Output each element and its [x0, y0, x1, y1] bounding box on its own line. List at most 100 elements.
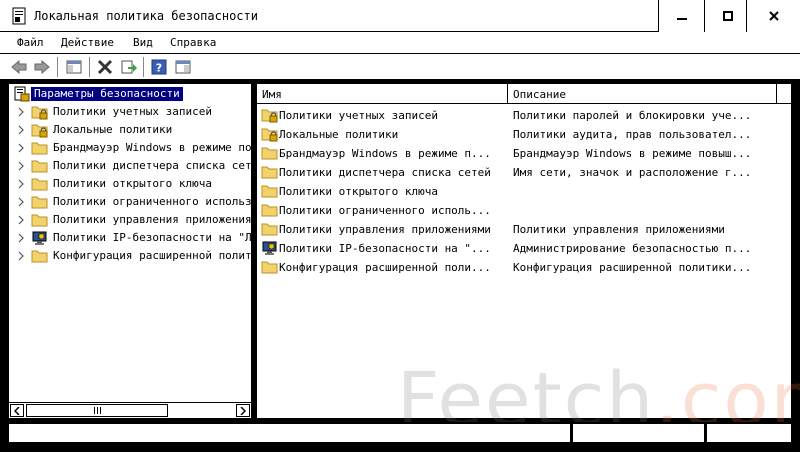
- tree-item-label: Политики ограниченного использования про…: [53, 195, 252, 208]
- tree-item-label: Конфигурация расширенной политики аудита: [53, 249, 252, 262]
- horizontal-scrollbar[interactable]: [9, 402, 251, 418]
- expand-chevron-icon[interactable]: [17, 107, 25, 117]
- back-arrow-icon: [11, 60, 27, 74]
- list-row[interactable]: Политики открытого ключа: [257, 182, 791, 201]
- properties-button[interactable]: [174, 58, 192, 76]
- list-row[interactable]: Конфигурация расширенной поли... Конфигур…: [257, 258, 791, 277]
- list-row[interactable]: Политики ограниченного исполь...: [257, 201, 791, 220]
- back-button[interactable]: [10, 58, 28, 76]
- row-description: Администрирование безопасностью п...: [513, 242, 752, 255]
- expand-chevron-icon[interactable]: [17, 197, 25, 207]
- tree-item-label: Брандмауэр Windows в режиме повышенной б…: [53, 141, 252, 154]
- delete-button[interactable]: [96, 58, 114, 76]
- folder-icon: [31, 158, 49, 174]
- folder-icon: [261, 202, 279, 218]
- folder-icon: [31, 248, 49, 264]
- tree-item[interactable]: Брандмауэр Windows в режиме повышенной б…: [9, 139, 252, 157]
- expand-chevron-icon[interactable]: [17, 125, 25, 135]
- minimize-button[interactable]: [658, 0, 704, 32]
- menu-help[interactable]: Справка: [170, 36, 216, 50]
- list-row[interactable]: Политики учетных записей Политики паролей…: [257, 106, 791, 125]
- status-panel-tertiary: [706, 423, 792, 443]
- close-button[interactable]: [746, 0, 800, 32]
- minimize-icon: [676, 18, 687, 20]
- folder-icon: [31, 140, 49, 156]
- export-list-icon: [121, 60, 137, 74]
- menu-file[interactable]: Файл: [17, 36, 44, 50]
- list-row[interactable]: Политики управления приложениями Политики…: [257, 220, 791, 239]
- scroll-right-button[interactable]: [236, 404, 250, 417]
- maximize-button[interactable]: [704, 0, 750, 32]
- folder-icon: [261, 145, 279, 161]
- lock-folder-icon: [31, 122, 49, 138]
- folder-icon: [31, 176, 49, 192]
- security-policy-app-icon: [12, 7, 26, 25]
- expand-chevron-icon[interactable]: [17, 143, 25, 153]
- help-icon: ?: [151, 59, 167, 75]
- tree-item-label: Политики открытого ключа: [53, 177, 212, 190]
- show-hide-tree-button[interactable]: [65, 58, 83, 76]
- lock-folder-icon: [261, 126, 279, 142]
- export-list-button[interactable]: [120, 58, 138, 76]
- ipsec-monitor-icon: [31, 230, 49, 246]
- expand-chevron-icon[interactable]: [17, 179, 25, 189]
- expand-chevron-icon[interactable]: [17, 161, 25, 171]
- tree-item[interactable]: Политики управления приложениями: [9, 211, 251, 229]
- tree-root-security-settings[interactable]: Параметры безопасности: [9, 85, 251, 103]
- folder-icon: [261, 164, 279, 180]
- tree-item[interactable]: Политики ограниченного использования про…: [9, 193, 252, 211]
- row-name: Конфигурация расширенной поли...: [279, 261, 491, 274]
- menu-view[interactable]: Вид: [133, 36, 153, 50]
- toolbar-separator: [143, 57, 144, 77]
- properties-icon: [175, 60, 191, 74]
- tree-item[interactable]: Конфигурация расширенной политики аудита: [9, 247, 252, 265]
- row-name: Брандмауэр Windows в режиме п...: [279, 147, 491, 160]
- column-header-name[interactable]: Имя: [257, 84, 508, 103]
- maximize-icon: [722, 11, 733, 21]
- ipsec-monitor-icon: [261, 240, 279, 256]
- tree-item[interactable]: Политики учетных записей: [9, 103, 251, 121]
- arrow-left-icon: [14, 406, 20, 415]
- lock-folder-icon: [261, 107, 279, 123]
- scrollbar-thumb[interactable]: [26, 404, 168, 417]
- folder-icon: [261, 183, 279, 199]
- row-name: Политики IP-безопасности на "...: [279, 242, 491, 255]
- expand-chevron-icon[interactable]: [17, 233, 25, 243]
- tree-pane[interactable]: Параметры безопасности Политики учетных з…: [8, 83, 252, 419]
- row-description: Политики аудита, прав пользовател...: [513, 128, 752, 141]
- list-row[interactable]: Политики IP-безопасности на "... Админист…: [257, 239, 791, 258]
- menu-action[interactable]: Действие: [61, 36, 114, 50]
- lock-folder-icon: [31, 104, 49, 120]
- column-header-description[interactable]: Описание: [508, 84, 777, 103]
- forward-arrow-icon: [34, 60, 50, 74]
- list-row[interactable]: Политики диспетчера списка сетей Имя сети…: [257, 163, 791, 182]
- expand-chevron-icon[interactable]: [17, 251, 25, 261]
- tree-item[interactable]: Политики открытого ключа: [9, 175, 251, 193]
- list-pane[interactable]: Имя Описание Политики учетных записей Пол…: [256, 83, 792, 419]
- toolbar-separator: [89, 57, 90, 77]
- tree-item[interactable]: Политики IP-безопасности на "Локальный к…: [9, 229, 252, 247]
- row-description: Имя сети, значок и расположение г...: [513, 166, 752, 179]
- row-description: Конфигурация расширенной политики...: [513, 261, 752, 274]
- list-row[interactable]: Брандмауэр Windows в режиме п... Брандмау…: [257, 144, 791, 163]
- status-bar: [0, 422, 800, 452]
- svg-text:?: ?: [156, 62, 162, 75]
- help-button[interactable]: ?: [150, 58, 168, 76]
- status-panel-secondary: [572, 423, 705, 443]
- close-icon: [768, 11, 779, 21]
- tree-item-label: Политики IP-безопасности на "Локальный к…: [53, 231, 252, 244]
- window-title: Локальная политика безопасности: [34, 9, 258, 23]
- tree-root-label: Параметры безопасности: [31, 87, 183, 101]
- title-bar[interactable]: Локальная политика безопасности: [0, 0, 800, 32]
- list-header: Имя Описание: [257, 84, 791, 104]
- forward-button[interactable]: [33, 58, 51, 76]
- row-description: Политики паролей и блокировки уче...: [513, 109, 752, 122]
- list-row[interactable]: Локальные политики Политики аудита, прав …: [257, 125, 791, 144]
- tree-item[interactable]: Политики диспетчера списка сетей: [9, 157, 251, 175]
- row-name: Политики учетных записей: [279, 109, 438, 122]
- row-name: Политики управления приложениями: [279, 223, 491, 236]
- tree-item[interactable]: Локальные политики: [9, 121, 251, 139]
- expand-chevron-icon[interactable]: [17, 215, 25, 225]
- scroll-left-button[interactable]: [10, 404, 24, 417]
- security-root-icon: [13, 86, 31, 102]
